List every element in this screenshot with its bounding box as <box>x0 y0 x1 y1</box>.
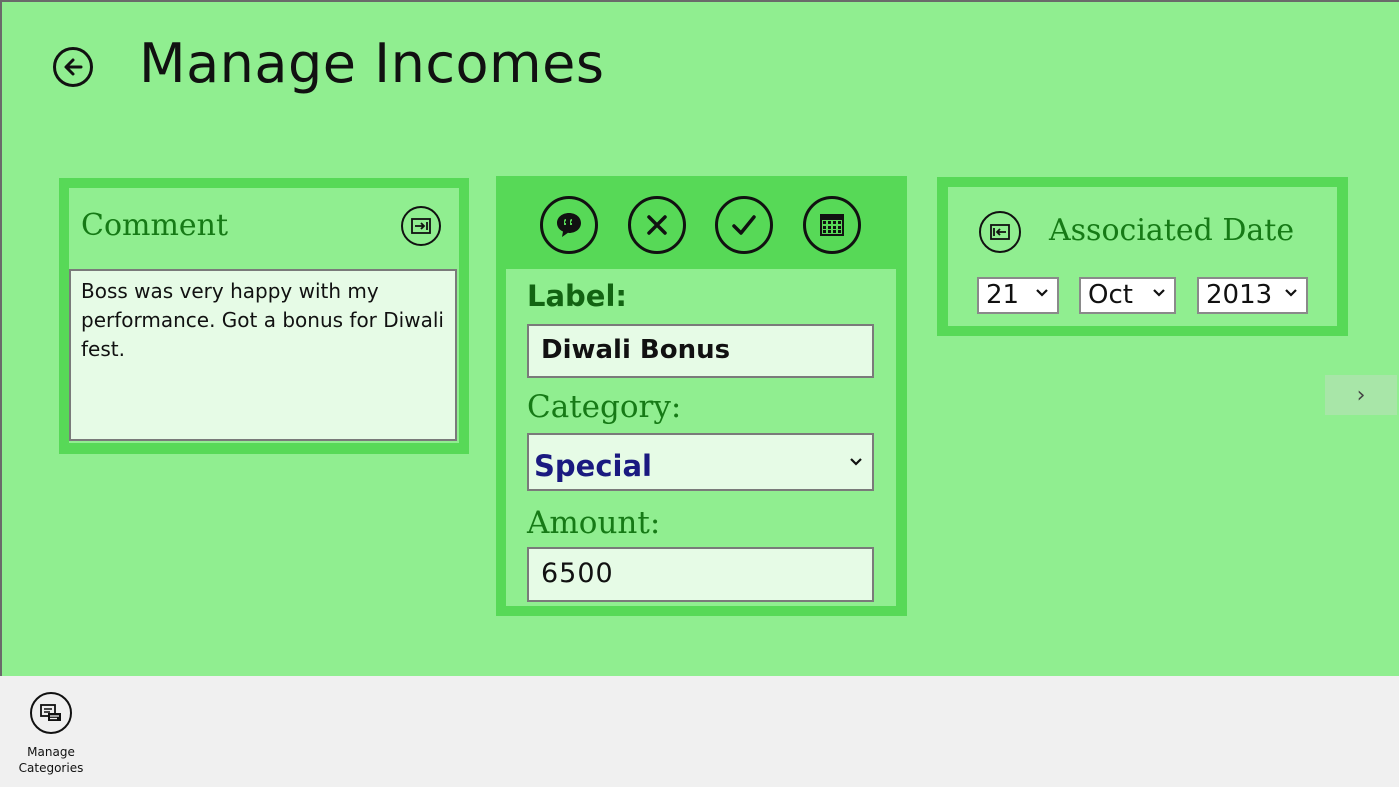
manage-categories-button[interactable]: Manage Categories <box>18 692 84 776</box>
back-button[interactable] <box>53 47 93 87</box>
comment-panel: Comment Boss was very happy with my perf… <box>59 178 469 454</box>
date-heading: Associated Date <box>1049 213 1295 248</box>
manage-categories-label: Manage Categories <box>6 744 96 776</box>
comment-bubble-icon <box>557 213 581 237</box>
chevron-down-icon <box>1285 289 1297 297</box>
day-select-value: 21 <box>986 280 1020 310</box>
label-caption: Label: <box>527 279 628 313</box>
comment-toggle-button[interactable] <box>540 196 598 254</box>
day-select[interactable]: 21 <box>977 277 1059 314</box>
cancel-icon <box>647 215 667 235</box>
page-title: Manage Incomes <box>139 32 605 95</box>
manage-categories-ring <box>30 692 72 734</box>
category-select-value: Special <box>534 449 652 483</box>
date-panel: Associated Date 21 Oct 2013 <box>937 177 1348 336</box>
category-caption: Category: <box>527 389 682 425</box>
entry-panel: Label: Diwali Bonus Category: Special Am… <box>496 176 907 616</box>
app-bar: Manage Categories <box>0 676 1399 787</box>
calendar-icon <box>820 214 844 236</box>
next-page-button[interactable]: › <box>1325 375 1397 415</box>
comment-collapse-button[interactable] <box>401 206 441 246</box>
year-select[interactable]: 2013 <box>1197 277 1308 314</box>
label-input[interactable]: Diwali Bonus <box>527 324 874 378</box>
calendar-button[interactable] <box>803 196 861 254</box>
collapse-right-icon <box>411 218 431 234</box>
month-select-value: Oct <box>1088 280 1133 310</box>
chevron-down-icon <box>1036 289 1048 297</box>
year-select-value: 2013 <box>1206 280 1273 310</box>
back-arrow-icon <box>64 58 83 76</box>
date-collapse-button[interactable] <box>979 211 1021 253</box>
collapse-left-icon <box>990 224 1010 240</box>
chevron-down-icon <box>850 458 862 466</box>
accept-icon <box>732 215 756 235</box>
comment-textarea[interactable]: Boss was very happy with my performance.… <box>69 269 457 441</box>
comment-heading: Comment <box>81 208 229 243</box>
chevron-right-icon: › <box>1356 382 1366 408</box>
month-select[interactable]: Oct <box>1079 277 1176 314</box>
manage-categories-icon <box>40 704 61 721</box>
page-canvas: Manage Incomes Comment Boss was very hap… <box>0 0 1399 676</box>
manage-categories-label-line1: Manage <box>27 745 75 759</box>
label-input-value: Diwali Bonus <box>541 335 731 365</box>
amount-input[interactable]: 6500 <box>527 547 874 602</box>
amount-input-value: 6500 <box>541 558 614 589</box>
amount-caption: Amount: <box>527 505 661 541</box>
accept-button[interactable] <box>715 196 773 254</box>
manage-categories-label-line2: Categories <box>18 761 84 775</box>
cancel-button[interactable] <box>628 196 686 254</box>
chevron-down-icon <box>1153 289 1165 297</box>
category-select[interactable]: Special <box>527 433 874 491</box>
